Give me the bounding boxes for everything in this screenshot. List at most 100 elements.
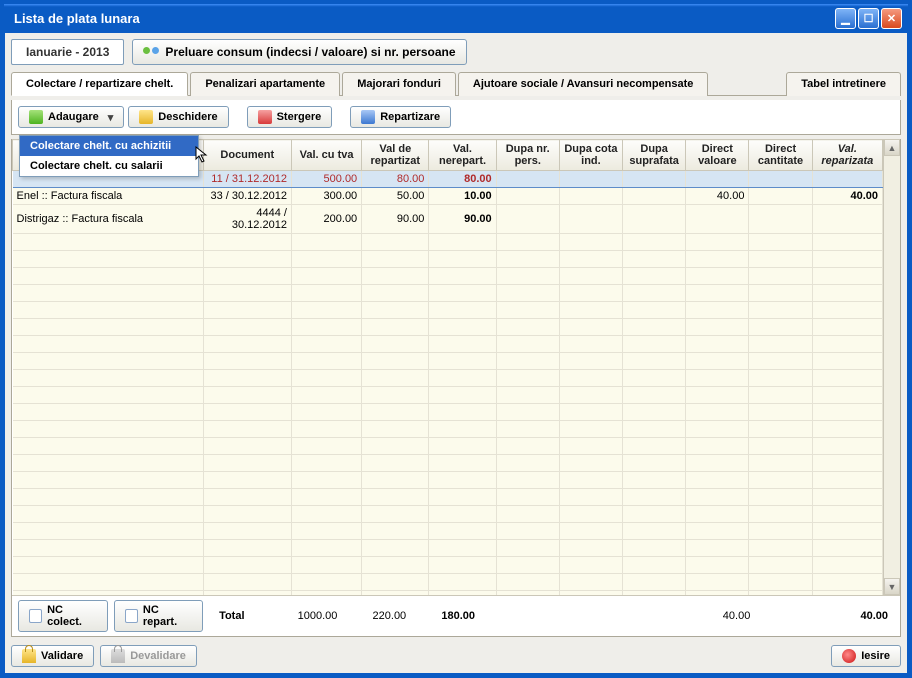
- cell[interactable]: [559, 370, 622, 387]
- cell[interactable]: [291, 574, 361, 591]
- cell[interactable]: [13, 438, 204, 455]
- cell[interactable]: [362, 455, 429, 472]
- cell[interactable]: [749, 540, 812, 557]
- cell[interactable]: [291, 472, 361, 489]
- cell[interactable]: [496, 387, 559, 404]
- col-dupapers[interactable]: Dupa nr. pers.: [496, 140, 559, 171]
- cell[interactable]: [623, 302, 686, 319]
- cell[interactable]: [812, 336, 882, 353]
- maximize-button[interactable]: ☐: [858, 8, 879, 29]
- cell[interactable]: 200.00: [291, 205, 361, 234]
- data-grid[interactable]: Document Val. cu tva Val de repartizat V…: [12, 139, 883, 595]
- cell[interactable]: [362, 268, 429, 285]
- cell[interactable]: [623, 336, 686, 353]
- cell[interactable]: [496, 557, 559, 574]
- cell[interactable]: [496, 336, 559, 353]
- table-row[interactable]: [13, 234, 883, 251]
- cell[interactable]: [686, 387, 749, 404]
- col-valrep[interactable]: Val de repartizat: [362, 140, 429, 171]
- cell[interactable]: Distrigaz :: Factura fiscala: [13, 205, 204, 234]
- col-dupacota[interactable]: Dupa cota ind.: [559, 140, 622, 171]
- table-row[interactable]: [13, 319, 883, 336]
- cell[interactable]: [686, 557, 749, 574]
- cell[interactable]: [291, 319, 361, 336]
- cell[interactable]: [429, 404, 496, 421]
- cell[interactable]: [203, 455, 291, 472]
- cell[interactable]: [496, 404, 559, 421]
- cell[interactable]: [429, 574, 496, 591]
- cell[interactable]: [749, 251, 812, 268]
- cell[interactable]: [291, 404, 361, 421]
- cell[interactable]: [812, 489, 882, 506]
- cell[interactable]: [496, 472, 559, 489]
- cell[interactable]: [559, 205, 622, 234]
- cell[interactable]: [812, 455, 882, 472]
- stergere-button[interactable]: Stergere: [247, 106, 333, 128]
- cell[interactable]: [559, 523, 622, 540]
- tab-ajutoare[interactable]: Ajutoare sociale / Avansuri necompensate: [458, 72, 708, 96]
- cell[interactable]: [291, 489, 361, 506]
- cell[interactable]: [291, 370, 361, 387]
- cell[interactable]: [496, 574, 559, 591]
- cell[interactable]: [13, 421, 204, 438]
- cell[interactable]: [686, 302, 749, 319]
- cell[interactable]: [429, 285, 496, 302]
- cell[interactable]: [559, 557, 622, 574]
- cell[interactable]: [749, 523, 812, 540]
- deschidere-button[interactable]: Deschidere: [128, 106, 228, 128]
- table-row[interactable]: [13, 472, 883, 489]
- cell[interactable]: [686, 234, 749, 251]
- table-row[interactable]: [13, 438, 883, 455]
- cell[interactable]: [291, 438, 361, 455]
- cell[interactable]: [13, 285, 204, 302]
- cell[interactable]: [686, 540, 749, 557]
- cell[interactable]: [623, 523, 686, 540]
- cell[interactable]: [362, 285, 429, 302]
- cell[interactable]: [686, 489, 749, 506]
- cell[interactable]: [812, 205, 882, 234]
- cell[interactable]: [13, 557, 204, 574]
- cell[interactable]: [362, 574, 429, 591]
- cell[interactable]: [13, 472, 204, 489]
- cell[interactable]: [623, 251, 686, 268]
- minimize-button[interactable]: ▁: [835, 8, 856, 29]
- cell[interactable]: [362, 472, 429, 489]
- cell[interactable]: [686, 336, 749, 353]
- cell[interactable]: [812, 268, 882, 285]
- cell[interactable]: [749, 574, 812, 591]
- cell[interactable]: [812, 285, 882, 302]
- cell[interactable]: [429, 353, 496, 370]
- cell[interactable]: [686, 404, 749, 421]
- cell[interactable]: [13, 506, 204, 523]
- cell[interactable]: [362, 319, 429, 336]
- cell[interactable]: [623, 370, 686, 387]
- table-row[interactable]: [13, 489, 883, 506]
- cell[interactable]: [203, 387, 291, 404]
- vertical-scrollbar[interactable]: ▲ ▼: [883, 139, 900, 595]
- cell[interactable]: 4444 / 30.12.2012: [203, 205, 291, 234]
- cell[interactable]: [749, 268, 812, 285]
- cell[interactable]: [429, 336, 496, 353]
- cell[interactable]: [429, 523, 496, 540]
- cell[interactable]: [812, 540, 882, 557]
- cell[interactable]: Enel :: Factura fiscala: [13, 188, 204, 205]
- col-directcant[interactable]: Direct cantitate: [749, 140, 812, 171]
- cell[interactable]: [749, 353, 812, 370]
- col-doc[interactable]: Document: [203, 140, 291, 171]
- cell[interactable]: [749, 387, 812, 404]
- col-valrepz[interactable]: Val. reparizata: [812, 140, 882, 171]
- cell[interactable]: [13, 234, 204, 251]
- cell[interactable]: [429, 268, 496, 285]
- cell[interactable]: 33 / 30.12.2012: [203, 188, 291, 205]
- cell[interactable]: [362, 489, 429, 506]
- cell[interactable]: [623, 404, 686, 421]
- col-dupasup[interactable]: Dupa suprafata: [623, 140, 686, 171]
- cell[interactable]: [496, 370, 559, 387]
- cell[interactable]: 11 / 31.12.2012: [203, 171, 291, 188]
- cell[interactable]: [623, 268, 686, 285]
- col-directval[interactable]: Direct valoare: [686, 140, 749, 171]
- cell[interactable]: [623, 574, 686, 591]
- cell[interactable]: [559, 353, 622, 370]
- table-row[interactable]: [13, 506, 883, 523]
- cell[interactable]: [623, 234, 686, 251]
